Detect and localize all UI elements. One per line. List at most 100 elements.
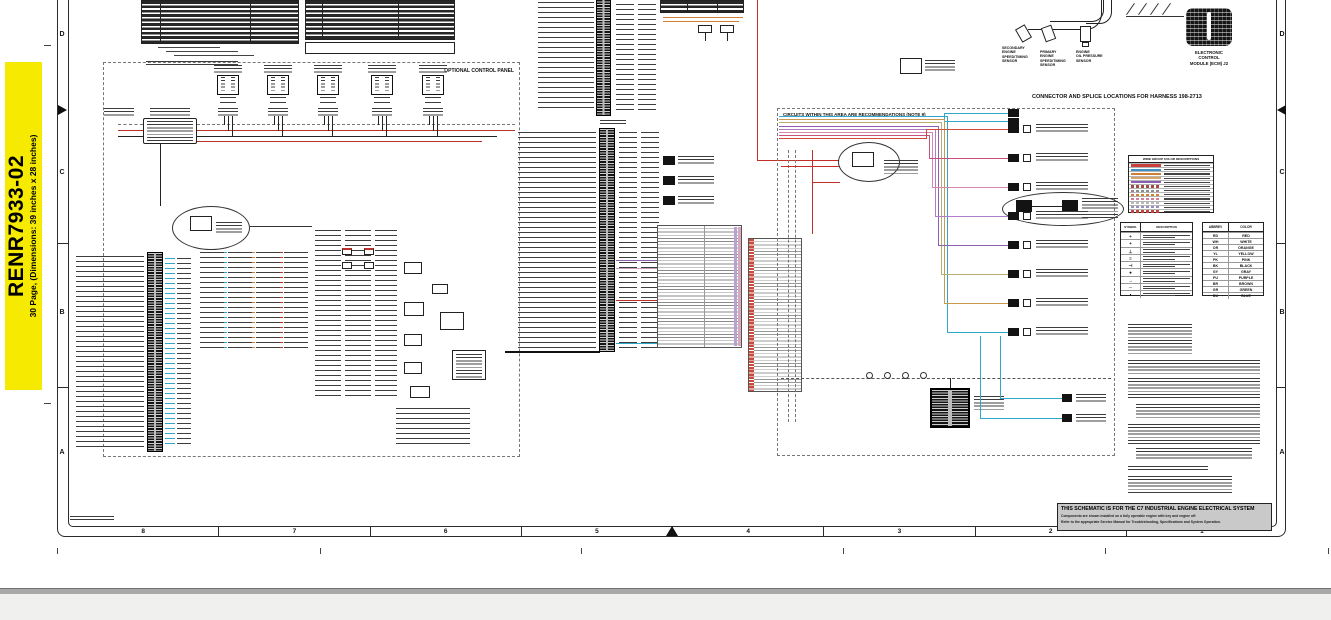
color-abbrev: PU [1203, 275, 1229, 281]
grid-marker-triangle-right [1277, 105, 1286, 115]
wire [727, 33, 728, 41]
symbol-glyph: + [1121, 240, 1141, 247]
symbol-glyph: ▪ [1121, 291, 1141, 298]
wire-labels [396, 408, 470, 448]
wire-labels [315, 230, 341, 396]
component [342, 248, 352, 255]
strip-gap-label [600, 120, 626, 126]
gutter-tick [1277, 387, 1286, 388]
symbol-rows: + + ⊥ ≡ ⊣ ● → ─ ▪ [1121, 232, 1192, 298]
component [404, 334, 422, 346]
grid-zone-letter: B [59, 309, 65, 316]
wire [1126, 16, 1184, 17]
wire [757, 0, 758, 160]
grid-zone-letter: B [1279, 309, 1285, 316]
grid-zone-number: 5 [522, 527, 673, 537]
wire-color-abbreviation-table: ABBREV COLOR RD RED WH WHITE OR ORANGE Y… [1202, 222, 1264, 299]
component [404, 262, 422, 274]
abbrev-row: PU PURPLE [1203, 274, 1263, 281]
relay-module [452, 350, 486, 380]
table-footnote-box [305, 42, 455, 54]
component [432, 284, 448, 294]
wire-group-description-line [1164, 164, 1210, 167]
symbol-description-lines [1141, 291, 1192, 297]
symbol-row: ≡ [1121, 253, 1192, 262]
symbol-row: → [1121, 275, 1192, 284]
color-name: GRAY [1240, 270, 1252, 275]
color-name: WHITE [1240, 240, 1252, 245]
color-abbrev: RD [1203, 233, 1229, 239]
connector [1062, 394, 1072, 402]
wire-group-table-title: WIRE GROUP COLOR DESCRIPTIONS [1129, 156, 1213, 163]
wire [812, 182, 840, 183]
wire [944, 113, 945, 122]
connector [1062, 414, 1072, 422]
wire-labels [76, 256, 144, 450]
wire [616, 300, 660, 301]
title-block-line: Components are shown installed on a full… [1061, 513, 1197, 518]
oil-pressure-sensor [1080, 26, 1091, 42]
grid-zone-letter: C [1279, 169, 1285, 176]
symbol-row: + [1121, 239, 1192, 247]
connector [663, 156, 675, 165]
component-table [660, 0, 744, 13]
panel-bus-wire [118, 136, 143, 137]
symbol-row: + [1121, 232, 1192, 240]
connector-label [678, 156, 714, 165]
gutter-tick [1277, 243, 1286, 244]
wire-color-swatch [1131, 189, 1161, 192]
wire-group-description-line [1164, 173, 1210, 175]
symbol-description-lines [1141, 233, 1192, 239]
wire-stubs [165, 258, 175, 446]
symbol-glyph: → [1121, 276, 1141, 284]
sensor-cable [1086, 0, 1112, 24]
component [364, 262, 374, 269]
pdf-page: RENR7933-02 30 Page, (Dimensions: 39 inc… [0, 0, 1331, 588]
wire [505, 351, 600, 353]
symbol-row: ▪ [1121, 290, 1192, 298]
wire [1000, 398, 1062, 399]
wire-group-description-line [1164, 206, 1210, 208]
connector-label [1076, 394, 1106, 402]
ecm-label: ELECTRONIC CONTROL MODULE (ECM) J2 [1189, 50, 1229, 66]
color-abbrev: BK [1203, 263, 1229, 269]
wire [663, 17, 743, 18]
component-table [141, 0, 299, 44]
wire-group-description-line [1164, 185, 1210, 188]
wire [663, 21, 739, 22]
symbol-glyph: ⊥ [1121, 247, 1141, 254]
color-name: BLUE [1241, 294, 1251, 299]
wire-color-swatch [1131, 164, 1161, 167]
module-label [150, 108, 190, 116]
abbrev-rows: RD RED WH WHITE OR ORANGE YL YELLOW PK P… [1203, 232, 1263, 299]
wire [980, 336, 981, 418]
symbol-header: SYMBOL [1121, 223, 1141, 231]
alignment-tick [44, 45, 51, 46]
wire-group-description-line [1164, 169, 1210, 171]
wire-labels [228, 252, 252, 348]
left-connector-strip [147, 252, 163, 452]
component [404, 362, 422, 374]
abbrev-row: WH WHITE [1203, 238, 1263, 245]
bottom-module [930, 388, 970, 428]
module-label [104, 108, 134, 116]
document-side-label: RENR7933-02 30 Page, (Dimensions: 39 inc… [5, 62, 42, 390]
callout-line [158, 47, 220, 48]
symbol-description-lines [1141, 255, 1192, 261]
title-block-line: Refer to the appropriate Service Manual … [1061, 519, 1221, 524]
color-name: ORANGE [1238, 246, 1254, 251]
color-name: BLACK [1239, 264, 1253, 269]
abbrev-row: PK PINK [1203, 256, 1263, 263]
ecm-pinout-strip-top [596, 0, 611, 116]
connector [1016, 200, 1032, 212]
wire [781, 378, 1111, 379]
wire-codes [616, 4, 634, 110]
color-abbrev: BU [1203, 293, 1229, 299]
connector [1008, 118, 1019, 126]
component [720, 25, 734, 33]
grid-marker-triangle-left [58, 105, 67, 115]
panel-bus-wire [197, 136, 497, 137]
wire-stubs [252, 252, 255, 348]
wire-color-swatch [1131, 181, 1161, 184]
symbol-description-lines [1141, 240, 1192, 246]
